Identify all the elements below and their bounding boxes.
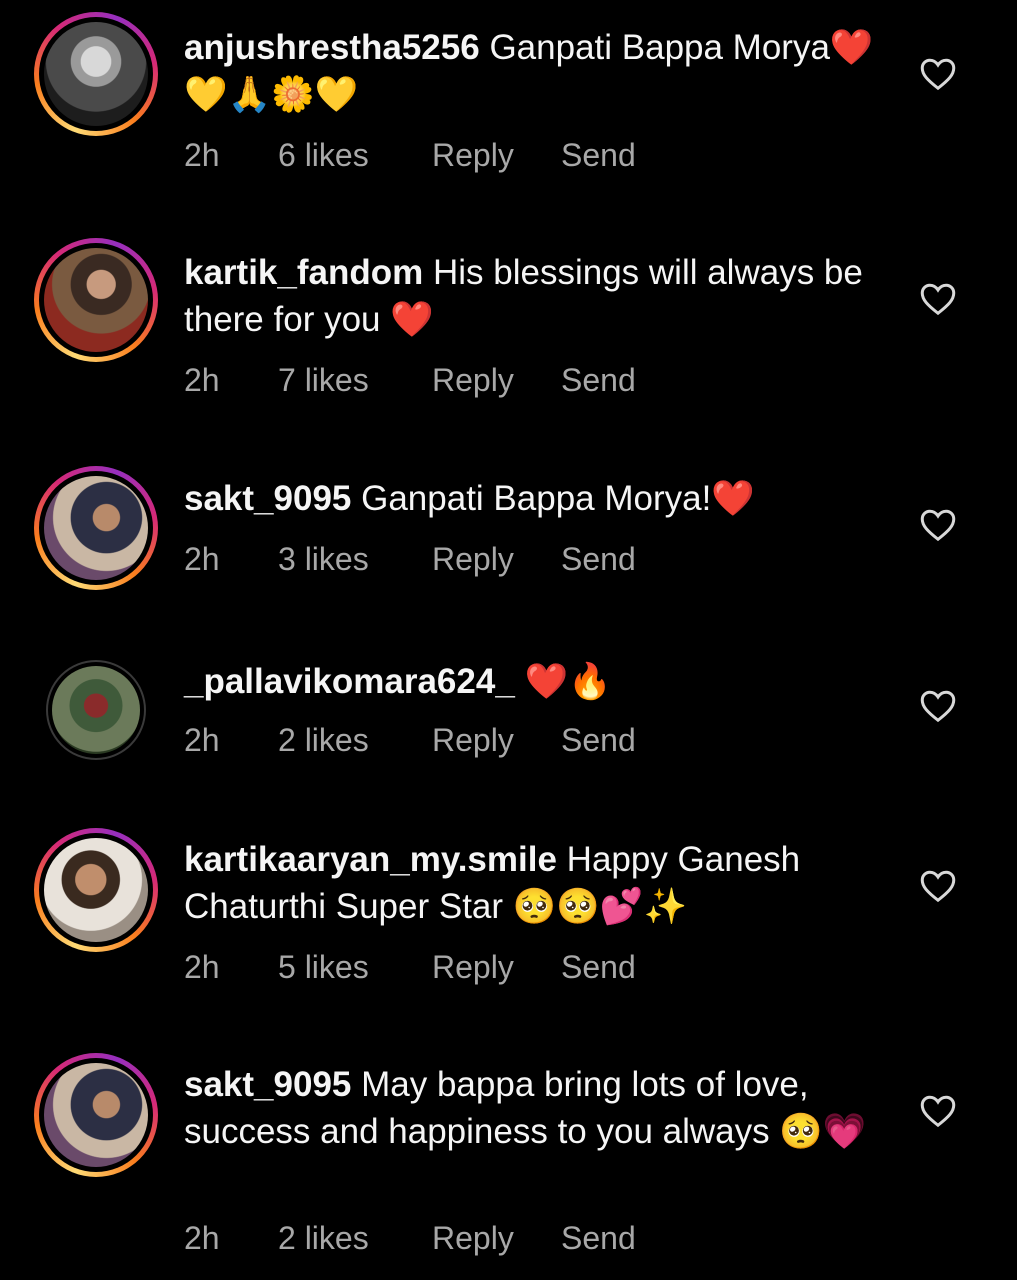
- comment-likes[interactable]: 5 likes: [278, 949, 432, 986]
- comment-likes[interactable]: 2 likes: [278, 722, 432, 759]
- avatar-story-ring[interactable]: [34, 12, 158, 136]
- comment-likes[interactable]: 2 likes: [278, 1220, 432, 1257]
- comment-meta: 2h 7 likes Reply Send: [184, 360, 636, 400]
- reply-button[interactable]: Reply: [432, 949, 561, 986]
- comment-username[interactable]: sakt_9095: [184, 479, 351, 518]
- comment-body: kartikaaryan_my.smile Happy Ganesh Chatu…: [184, 836, 884, 930]
- send-button[interactable]: Send: [561, 137, 636, 174]
- avatar-no-story[interactable]: [46, 660, 146, 760]
- comment-username[interactable]: sakt_9095: [184, 1065, 351, 1104]
- comment-body: sakt_9095 Ganpati Bappa Morya!❤️: [184, 475, 884, 522]
- comment-time: 2h: [184, 540, 220, 577]
- avatar[interactable]: [44, 248, 148, 352]
- avatar[interactable]: [44, 838, 148, 942]
- comment-meta: 2h 3 likes Reply Send: [184, 539, 636, 579]
- send-button[interactable]: Send: [561, 1220, 636, 1257]
- comment-text: ❤️🔥: [514, 662, 612, 701]
- avatar-story-ring[interactable]: [34, 1053, 158, 1177]
- comment-body: sakt_9095 May bappa bring lots of love, …: [184, 1061, 884, 1155]
- comment-time: 2h: [184, 136, 220, 173]
- comment-time: 2h: [184, 948, 220, 985]
- reply-button[interactable]: Reply: [432, 722, 561, 759]
- heart-outline-icon[interactable]: [918, 505, 958, 545]
- reply-button[interactable]: Reply: [432, 1220, 561, 1257]
- comment-likes[interactable]: 3 likes: [278, 541, 432, 578]
- reply-button[interactable]: Reply: [432, 137, 561, 174]
- comment-username[interactable]: _pallavikomara624_: [184, 662, 515, 701]
- heart-outline-icon[interactable]: [918, 866, 958, 906]
- comment-meta: 2h 2 likes Reply Send: [184, 720, 636, 760]
- comment-time: 2h: [184, 721, 220, 758]
- comment-likes[interactable]: 7 likes: [278, 362, 432, 399]
- send-button[interactable]: Send: [561, 362, 636, 399]
- comment-time: 2h: [184, 361, 220, 398]
- comment-time: 2h: [184, 1219, 220, 1256]
- comment-body: anjushrestha5256 Ganpati Bappa Morya❤️💛🙏…: [184, 24, 884, 118]
- comment-meta: 2h 5 likes Reply Send: [184, 947, 636, 987]
- reply-button[interactable]: Reply: [432, 541, 561, 578]
- send-button[interactable]: Send: [561, 949, 636, 986]
- heart-outline-icon[interactable]: [918, 686, 958, 726]
- send-button[interactable]: Send: [561, 722, 636, 759]
- avatar[interactable]: [44, 476, 148, 580]
- send-button[interactable]: Send: [561, 541, 636, 578]
- comment-body: kartik_fandom His blessings will always …: [184, 249, 884, 343]
- comment-username[interactable]: kartikaaryan_my.smile: [184, 840, 557, 879]
- avatar-story-ring[interactable]: [34, 466, 158, 590]
- avatar[interactable]: [52, 666, 140, 754]
- heart-outline-icon[interactable]: [918, 1091, 958, 1131]
- avatar[interactable]: [44, 1063, 148, 1167]
- comment-body: _pallavikomara624_ ❤️🔥: [184, 658, 884, 705]
- avatar[interactable]: [44, 22, 148, 126]
- reply-button[interactable]: Reply: [432, 362, 561, 399]
- comment-likes[interactable]: 6 likes: [278, 137, 432, 174]
- avatar-story-ring[interactable]: [34, 238, 158, 362]
- comment-meta: 2h 6 likes Reply Send: [184, 135, 636, 175]
- comment-username[interactable]: anjushrestha5256: [184, 28, 480, 67]
- avatar-story-ring[interactable]: [34, 828, 158, 952]
- comment-meta: 2h 2 likes Reply Send: [184, 1218, 636, 1258]
- heart-outline-icon[interactable]: [918, 279, 958, 319]
- comment-username[interactable]: kartik_fandom: [184, 253, 423, 292]
- heart-outline-icon[interactable]: [918, 54, 958, 94]
- comment-text: Ganpati Bappa Morya!❤️: [351, 479, 755, 518]
